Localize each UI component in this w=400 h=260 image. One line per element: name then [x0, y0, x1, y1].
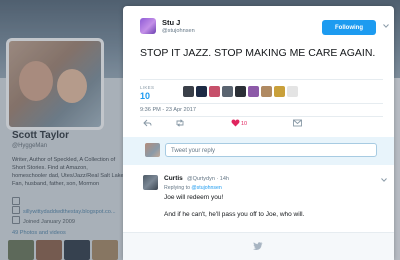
- liker-avatar[interactable]: [248, 86, 259, 97]
- liker-avatar[interactable]: [209, 86, 220, 97]
- liker-avatar[interactable]: [261, 86, 272, 97]
- liker-avatar[interactable]: [274, 86, 285, 97]
- heart-icon[interactable]: [231, 119, 240, 127]
- chevron-down-icon[interactable]: [383, 23, 389, 29]
- chevron-down-icon[interactable]: [381, 177, 387, 183]
- reply-text-line: And if he can't, he'll pass you off to J…: [164, 211, 305, 218]
- reply-author-name[interactable]: Curtis: [164, 175, 183, 182]
- author-avatar[interactable]: [140, 18, 156, 34]
- divider: [140, 103, 383, 104]
- reply-author-avatar[interactable]: [143, 175, 158, 190]
- reply-text-line: Joe will redeem you!: [164, 194, 224, 201]
- tweet-timestamp[interactable]: 9:36 PM - 23 Apr 2017: [140, 107, 196, 113]
- liker-avatar[interactable]: [196, 86, 207, 97]
- tweet-permalink-modal: Stu J @stujohnsen Following STOP IT JAZZ…: [123, 6, 394, 260]
- reply-author-meta[interactable]: @Qurtydyn · 14h: [187, 176, 229, 182]
- likes-count[interactable]: 10: [140, 91, 150, 101]
- author-name[interactable]: Stu J: [162, 18, 180, 27]
- following-button[interactable]: Following: [322, 20, 376, 35]
- current-user-avatar: [145, 143, 160, 157]
- like-action-count: 10: [241, 121, 248, 127]
- replying-to-handle[interactable]: @stujohnsen: [191, 185, 221, 191]
- reply-icon[interactable]: [143, 119, 152, 127]
- liker-avatar[interactable]: [183, 86, 194, 97]
- replying-to: Replying to @stujohnsen: [164, 185, 222, 191]
- liker-avatar[interactable]: [235, 86, 246, 97]
- reply-input[interactable]: Tweet your reply: [165, 143, 377, 157]
- author-handle[interactable]: @stujohnsen: [162, 28, 195, 34]
- divider: [140, 116, 383, 117]
- tweet-text: STOP IT JAZZ. STOP MAKING ME CARE AGAIN.: [140, 47, 376, 59]
- replying-to-label: Replying to: [164, 185, 190, 191]
- liker-avatar[interactable]: [287, 86, 298, 97]
- modal-footer: [123, 232, 394, 260]
- direct-message-icon[interactable]: [293, 119, 302, 127]
- liker-avatar[interactable]: [222, 86, 233, 97]
- twitter-bird-icon: [253, 242, 263, 250]
- reply-composer: Tweet your reply: [123, 137, 394, 165]
- retweet-icon[interactable]: [175, 119, 185, 127]
- divider: [140, 79, 383, 80]
- likes-label: LIKES: [140, 85, 155, 90]
- following-label: Following: [335, 24, 363, 31]
